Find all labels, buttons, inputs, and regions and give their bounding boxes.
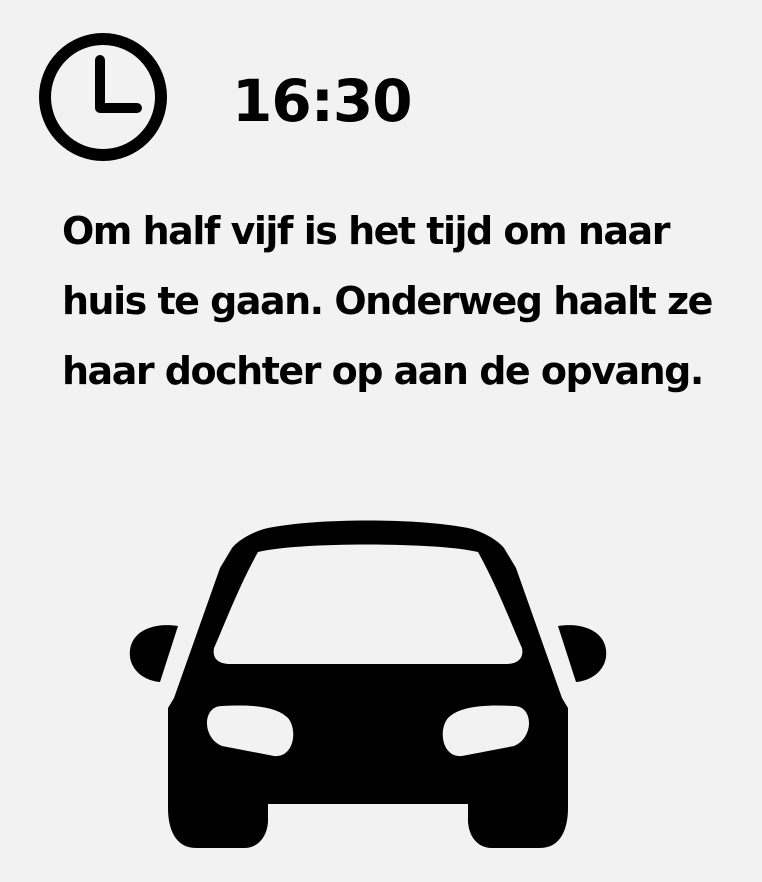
time-label: 16:30 <box>232 67 413 135</box>
clock-icon <box>39 33 167 161</box>
right-mirror <box>558 625 607 682</box>
car-body <box>168 520 568 848</box>
message-text: Om half vijf is het tijd om naar huis te… <box>62 209 713 393</box>
car-icon <box>129 520 607 848</box>
left-mirror <box>129 625 178 682</box>
